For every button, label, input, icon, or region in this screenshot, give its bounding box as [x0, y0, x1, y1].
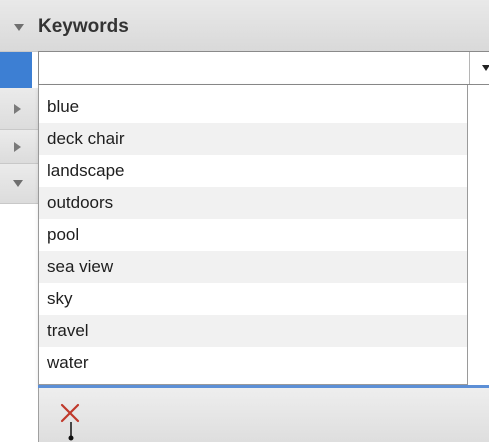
combo-dropdown-button[interactable]	[469, 52, 489, 84]
collapsed-section-row[interactable]	[0, 130, 38, 164]
disclosure-triangle-down-icon[interactable]	[13, 180, 23, 187]
keyword-option[interactable]: landscape	[39, 155, 467, 187]
keywords-panel: Keywords blue deck chair landscape outdo…	[0, 0, 489, 442]
keyword-option[interactable]: sea view	[39, 251, 467, 283]
keyword-input[interactable]	[43, 54, 463, 82]
section-title: Keywords	[38, 16, 129, 37]
keyword-option[interactable]: outdoors	[39, 187, 467, 219]
keyword-toolbar	[38, 388, 489, 442]
selection-marker	[0, 52, 32, 88]
keyword-option[interactable]: deck chair	[39, 123, 467, 155]
keyword-option[interactable]: blue	[39, 91, 467, 123]
keyword-combo-box[interactable]	[38, 51, 489, 85]
keyword-option[interactable]: travel	[39, 315, 467, 347]
cursor-pointer-icon	[68, 422, 74, 441]
chevron-down-icon	[482, 65, 489, 71]
remove-keyword-button[interactable]	[59, 402, 81, 424]
expanded-section-row[interactable]	[0, 164, 38, 204]
keyword-option[interactable]: pool	[39, 219, 467, 251]
collapsed-section-row[interactable]	[0, 88, 38, 130]
disclosure-triangle-right-icon[interactable]	[14, 104, 21, 114]
keyword-option[interactable]: sky	[39, 283, 467, 315]
disclosure-triangle-down-icon[interactable]	[14, 24, 24, 31]
keyword-dropdown-list: blue deck chair landscape outdoors pool …	[38, 85, 468, 385]
keywords-section-header[interactable]: Keywords	[0, 0, 489, 52]
disclosure-triangle-right-icon[interactable]	[14, 142, 21, 152]
x-mark-icon	[60, 403, 80, 423]
right-blank-area	[468, 85, 489, 385]
keyword-option[interactable]: water	[39, 347, 467, 379]
